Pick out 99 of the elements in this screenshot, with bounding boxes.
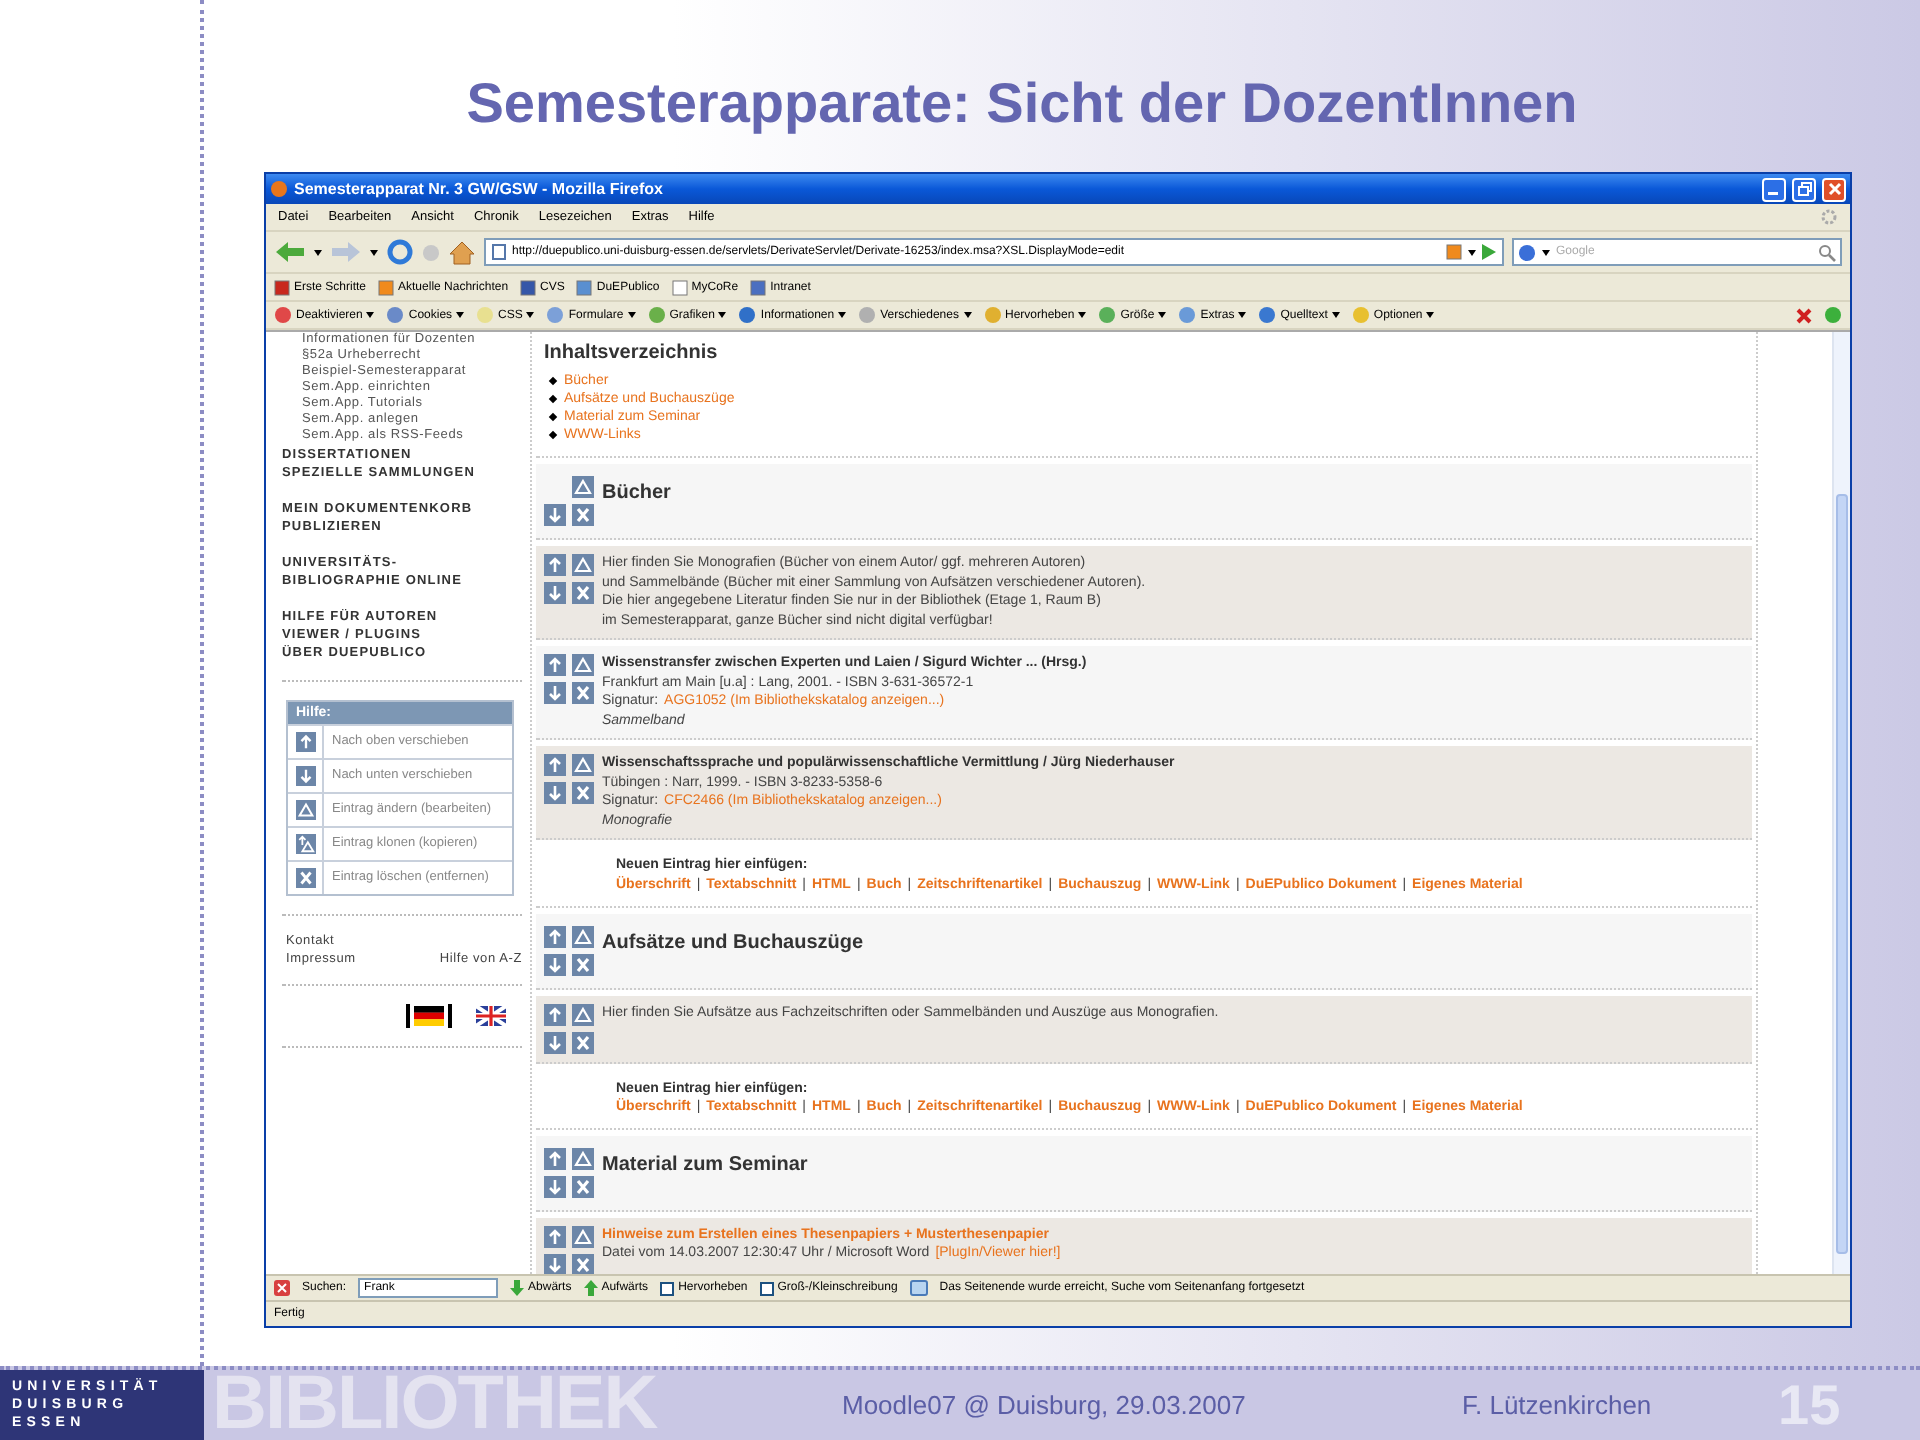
- down-arrow-icon[interactable]: [544, 582, 566, 604]
- minimize-button[interactable]: [1762, 177, 1786, 201]
- up-arrow-icon[interactable]: [544, 925, 566, 947]
- up-arrow-icon[interactable]: [544, 754, 566, 776]
- x-icon[interactable]: [1796, 307, 1812, 323]
- page-icon: [671, 279, 688, 295]
- dropdown-caret-icon[interactable]: [370, 249, 378, 255]
- triangle-icon[interactable]: [572, 654, 594, 676]
- caret-icon: [838, 312, 847, 318]
- bullet-icon: [548, 376, 558, 386]
- down-arrow-icon[interactable]: [544, 953, 566, 975]
- search-icon[interactable]: [1818, 243, 1836, 261]
- slide-title: Semesterapparate: Sicht der DozentInnen: [464, 70, 1580, 138]
- down-arrow-icon: [510, 1280, 525, 1296]
- up-arrow-icon[interactable]: [544, 554, 566, 576]
- bullet-icon: [548, 394, 558, 404]
- section-heading: Material zum Seminar: [602, 1154, 808, 1176]
- triangle-icon[interactable]: [572, 554, 594, 576]
- caret-icon: [1158, 312, 1167, 318]
- triangle-icon[interactable]: [572, 1226, 594, 1248]
- triangle-icon[interactable]: [572, 476, 594, 498]
- down-arrow-icon: [295, 766, 315, 786]
- language-button[interactable]: [406, 1004, 452, 1028]
- info-icon: [909, 1280, 928, 1296]
- checkbox[interactable]: [660, 1281, 675, 1295]
- firefox-icon: [270, 180, 288, 198]
- restore-button[interactable]: [1792, 177, 1816, 201]
- toc-title: Inhaltsverzeichnis: [544, 342, 720, 364]
- caret-icon: [627, 312, 636, 318]
- tool-icon: [386, 306, 405, 324]
- up-arrow-icon[interactable]: [544, 1003, 566, 1025]
- search-engine-icon[interactable]: [1518, 243, 1536, 261]
- close-icon[interactable]: [274, 1280, 290, 1296]
- caret-icon: [963, 312, 971, 318]
- down-arrow-icon[interactable]: [544, 1254, 566, 1274]
- restore-icon: [1797, 182, 1811, 196]
- down-arrow-icon[interactable]: [544, 682, 566, 704]
- down-arrow-icon[interactable]: [544, 504, 566, 526]
- caret-icon: [1078, 312, 1087, 318]
- dropdown-caret-icon[interactable]: [314, 249, 322, 255]
- scrollbar[interactable]: [1832, 332, 1850, 1274]
- window-title: Semesterapparat Nr. 3 GW/GSW - Mozilla Firefox: [294, 180, 665, 198]
- author-text: F. Lützenkirchen: [1462, 1390, 1654, 1420]
- x-icon[interactable]: [572, 1254, 594, 1274]
- x-icon[interactable]: [572, 504, 594, 526]
- triangle-icon[interactable]: [572, 1148, 594, 1170]
- tool-icon: [476, 306, 495, 324]
- page-icon: [492, 244, 506, 260]
- section-heading: Aufsätze und Buchauszüge: [602, 931, 864, 953]
- settings-icon[interactable]: [1820, 208, 1838, 226]
- dropdown-caret-icon[interactable]: [1468, 249, 1476, 255]
- up-arrow-icon[interactable]: [544, 654, 566, 676]
- triangle-icon[interactable]: [572, 1003, 594, 1025]
- caret-icon: [456, 312, 465, 318]
- tool-icon: [1098, 306, 1117, 324]
- close-button[interactable]: [1822, 177, 1846, 201]
- tool-icon: [1178, 306, 1197, 324]
- triangle-icon: [295, 800, 315, 820]
- x-icon: [295, 868, 315, 888]
- tool-icon: [983, 306, 1001, 324]
- down-arrow-icon[interactable]: [544, 1176, 566, 1198]
- clone-icon: [295, 834, 315, 854]
- triangle-icon[interactable]: [572, 754, 594, 776]
- up-arrow-icon: [295, 732, 315, 752]
- up-arrow-icon: [583, 1280, 598, 1296]
- up-arrow-icon[interactable]: [544, 1226, 566, 1248]
- section-heading: Bücher: [602, 482, 671, 504]
- check-icon[interactable]: [1824, 306, 1842, 324]
- tool-icon: [858, 306, 877, 324]
- tool-icon: [738, 306, 757, 324]
- bullet-icon: [548, 430, 558, 440]
- x-icon[interactable]: [572, 682, 594, 704]
- caret-icon: [526, 312, 535, 318]
- reload-icon[interactable]: [386, 238, 414, 266]
- x-icon[interactable]: [572, 1176, 594, 1198]
- x-icon[interactable]: [572, 782, 594, 804]
- up-arrow-icon[interactable]: [544, 1148, 566, 1170]
- checkbox[interactable]: [759, 1281, 774, 1295]
- close-icon: [1827, 182, 1841, 196]
- caret-icon: [366, 312, 375, 318]
- caret-icon: [1426, 312, 1435, 318]
- event-text: Moodle07 @ Duisburg, 29.03.2007: [842, 1390, 1248, 1420]
- tool-icon: [647, 306, 666, 324]
- tool-icon: [1351, 306, 1370, 324]
- bullet-icon: [548, 412, 558, 422]
- dropdown-caret-icon[interactable]: [1542, 249, 1550, 255]
- down-arrow-icon[interactable]: [544, 1031, 566, 1053]
- x-icon[interactable]: [572, 582, 594, 604]
- down-arrow-icon[interactable]: [544, 782, 566, 804]
- tool-icon: [546, 306, 565, 324]
- home-icon[interactable]: [448, 239, 476, 265]
- x-icon[interactable]: [572, 953, 594, 975]
- caret-icon: [1238, 312, 1247, 318]
- x-icon[interactable]: [572, 1031, 594, 1053]
- caret-icon: [1331, 312, 1340, 318]
- caret-icon: [718, 312, 727, 318]
- triangle-icon[interactable]: [572, 925, 594, 947]
- tool-icon: [1258, 306, 1277, 324]
- tool-icon: [274, 306, 292, 324]
